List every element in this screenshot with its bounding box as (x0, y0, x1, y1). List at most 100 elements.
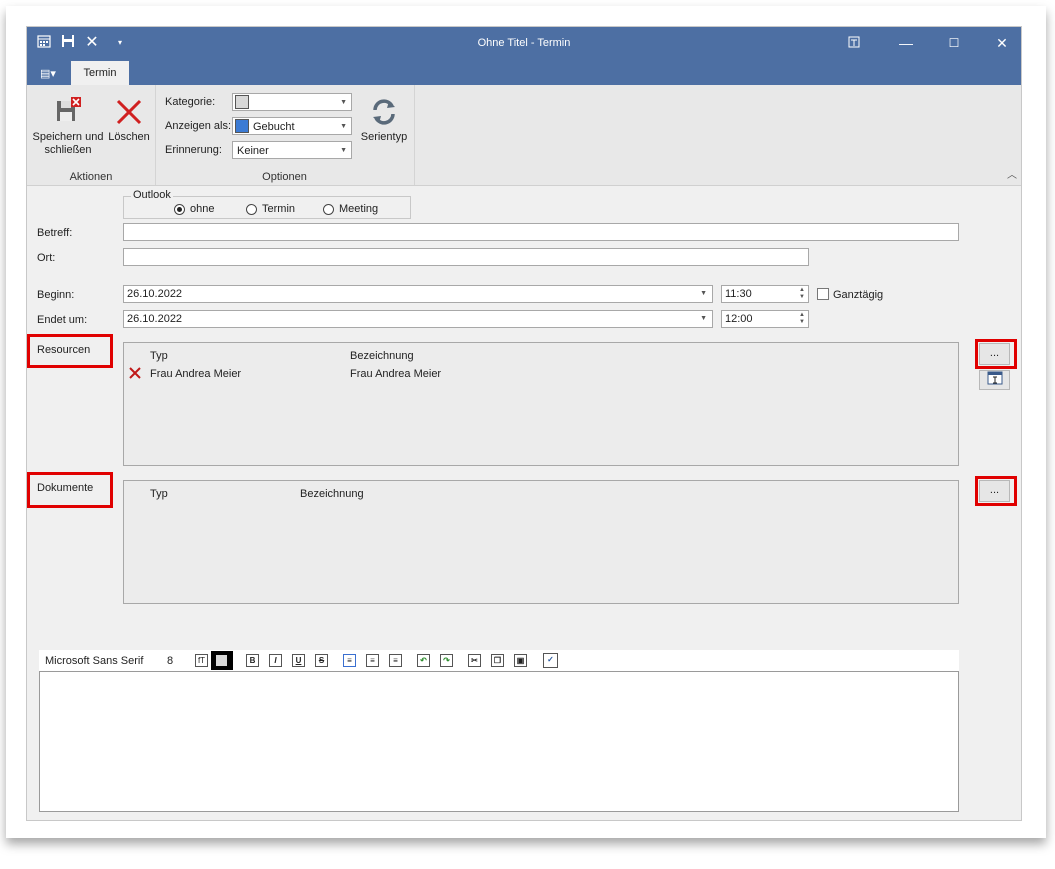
resources-label: Resourcen (37, 344, 91, 356)
documents-table[interactable]: Typ Bezeichnung (123, 480, 959, 604)
spellcheck-icon[interactable]: ✓ (543, 653, 558, 668)
resource-typ: Frau Andrea Meier (150, 368, 242, 380)
ribbon-group-options: Kategorie: ▼ Anzeigen als: Gebucht ▼ Eri… (155, 85, 415, 185)
beginn-time-value: 11:30 (725, 288, 752, 300)
bold-button[interactable]: B (246, 654, 259, 667)
beginn-date-value: 26.10.2022 (127, 288, 183, 300)
appointment-window: ✕ ▾ Ohne Titel - Termin — ☐ ✕ ▤▾ Termin … (26, 26, 1022, 821)
erinnerung-select[interactable]: Keiner ▼ (232, 141, 352, 159)
group-label-actions: Aktionen (69, 171, 113, 183)
save-close-label-line2: schließen (44, 144, 92, 156)
delete-label: Löschen (108, 131, 150, 143)
save-close-label: Speichern und (32, 131, 104, 143)
strikethrough-button[interactable]: S (315, 654, 328, 667)
delete-button[interactable]: Löschen (107, 95, 151, 144)
dropdown-arrow-icon: ▼ (340, 147, 347, 154)
radio-termin-label: Termin (262, 203, 296, 215)
text-color-button[interactable] (211, 651, 233, 670)
ganztaegig-label: Ganztägig (833, 289, 884, 301)
ribbon: Speichern und schließen Löschen Aktionen… (27, 85, 1021, 186)
group-label-options: Optionen (262, 171, 307, 183)
ende-date-picker[interactable]: 26.10.2022 ▼ (123, 310, 713, 328)
font-icon[interactable]: fT (195, 654, 208, 667)
documents-label: Dokumente (37, 482, 94, 494)
recurrence-icon (373, 99, 395, 125)
resource-details-button[interactable] (979, 370, 1010, 390)
beginn-time-spinner[interactable]: 11:30 ▲ ▼ (721, 285, 809, 303)
close-window-button[interactable]: ✕ (987, 33, 1017, 53)
betreff-input[interactable] (123, 223, 959, 241)
category-swatch (235, 95, 249, 110)
documents-col-bezeichnung: Bezeichnung (300, 488, 364, 500)
align-left-icon[interactable]: ≡ (343, 654, 356, 667)
documents-more-button[interactable]: ... (979, 480, 1010, 502)
text-color-swatch (216, 655, 227, 666)
radio-icon (246, 203, 257, 215)
resources-table[interactable]: Typ Bezeichnung Frau Andrea Meier Frau A… (123, 342, 959, 466)
undo-icon[interactable]: ↶ (417, 654, 430, 667)
align-center-icon[interactable]: ≡ (366, 654, 379, 667)
spinner-arrows-icon: ▲ ▼ (799, 312, 805, 325)
paste-icon[interactable]: ▣ (514, 654, 527, 667)
radio-termin[interactable]: Termin (246, 203, 295, 216)
title-bar: ✕ ▾ Ohne Titel - Termin — ☐ ✕ ▤▾ Termin (27, 27, 1021, 85)
file-menu-icon[interactable]: ▤▾ (35, 63, 61, 85)
anzeigen-label: Anzeigen als: (165, 120, 232, 132)
window-title: Ohne Titel - Termin (477, 37, 571, 49)
beginn-date-picker[interactable]: 26.10.2022 ▼ (123, 285, 713, 303)
minimize-button[interactable]: — (891, 33, 921, 53)
erinnerung-label: Erinnerung: (165, 144, 222, 156)
ende-time-spinner[interactable]: 12:00 ▲ ▼ (721, 310, 809, 328)
remove-row-icon[interactable] (128, 366, 142, 383)
ganztaegig-checkbox[interactable] (817, 288, 829, 300)
ende-date-value: 26.10.2022 (127, 313, 183, 325)
save-close-icon (57, 97, 81, 121)
erinnerung-value: Keiner (237, 145, 269, 157)
resource-bezeichnung: Frau Andrea Meier (350, 368, 442, 380)
align-right-icon[interactable]: ≡ (389, 654, 402, 667)
copy-icon[interactable]: ❐ (491, 654, 504, 667)
radio-icon (323, 203, 334, 215)
dropdown-arrow-icon: ▼ (700, 315, 707, 322)
dropdown-arrow-icon: ▼ (340, 123, 347, 130)
collapse-ribbon-icon[interactable]: ︿ (1007, 166, 1017, 181)
dropdown-arrow-icon: ▼ (700, 290, 707, 297)
underline-button[interactable]: U (292, 654, 305, 667)
dropdown-arrow-icon: ▼ (340, 99, 347, 106)
cut-icon[interactable]: ✂ (468, 654, 481, 667)
ort-input[interactable] (123, 248, 809, 266)
radio-ohne-label: ohne (190, 203, 215, 215)
serientyp-label: Serientyp (360, 131, 408, 143)
font-name-select[interactable]: Microsoft Sans Serif (45, 655, 143, 667)
betreff-label: Betreff: (37, 227, 73, 239)
resources-more-button[interactable]: ... (979, 343, 1010, 365)
ort-label: Ort: (37, 252, 56, 264)
ende-label: Endet um: (37, 314, 88, 326)
documents-col-typ: Typ (150, 488, 168, 500)
font-size-select[interactable]: 8 (167, 655, 173, 667)
kategorie-select[interactable]: ▼ (232, 93, 352, 111)
notes-editor[interactable] (39, 671, 959, 812)
table-row[interactable]: Frau Andrea Meier Frau Andrea Meier (124, 365, 958, 383)
resources-col-bezeichnung: Bezeichnung (350, 350, 414, 362)
kategorie-label: Kategorie: (165, 96, 216, 108)
redo-icon[interactable]: ↷ (440, 654, 453, 667)
save-close-button[interactable]: Speichern und schließen (31, 95, 105, 157)
delete-icon (116, 99, 142, 125)
anzeigen-value: Gebucht (253, 121, 295, 133)
tab-termin[interactable]: Termin (71, 61, 129, 85)
anzeigen-select[interactable]: Gebucht ▼ (232, 117, 352, 135)
serientyp-button[interactable]: Serientyp (357, 95, 411, 144)
ribbon-group-actions: Speichern und schließen Löschen Aktionen (27, 85, 156, 185)
spinner-arrows-icon: ▲ ▼ (799, 287, 805, 300)
maximize-button[interactable]: ☐ (939, 33, 969, 53)
radio-ohne[interactable]: ohne (174, 203, 214, 216)
italic-button[interactable]: I (269, 654, 282, 667)
ende-time-value: 12:00 (725, 313, 753, 325)
beginn-label: Beginn: (37, 289, 75, 301)
outlook-group-label: Outlook (131, 189, 173, 201)
radio-meeting[interactable]: Meeting (323, 203, 378, 216)
busy-color-swatch (235, 119, 249, 134)
editor-toolbar: Microsoft Sans Serif 8 fT B I U S ≡ ≡ ≡ … (39, 650, 959, 672)
pin-icon[interactable] (839, 33, 869, 53)
